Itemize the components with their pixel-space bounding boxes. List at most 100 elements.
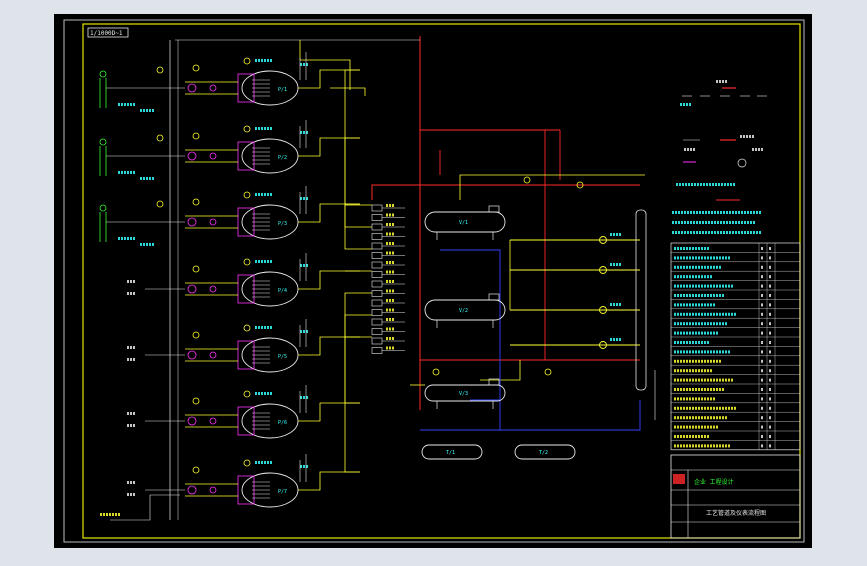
tag-glyph [704,350,706,354]
tag-glyph [719,359,721,363]
tag-glyph [701,284,703,288]
tag-glyph [693,231,695,234]
tag-glyph [756,211,758,214]
tag-glyph [678,231,680,234]
tag-glyph [683,369,685,373]
tag-glyph [698,341,700,344]
tag-glyph [613,303,615,306]
tag-glyph [710,350,712,354]
tag-glyph [692,303,694,307]
tag-glyph [674,425,676,429]
tag-glyph [389,232,391,236]
tag-glyph [690,221,692,224]
tag-glyph [738,211,740,214]
manifold-tag [386,318,394,321]
tag-glyph [270,260,272,263]
tag-glyph [267,326,269,329]
tag-glyph [704,284,706,288]
table-cell-text [761,369,763,373]
tag-glyph [722,294,724,297]
tag-glyph [761,312,763,316]
table-cell-text [769,369,771,373]
tag-glyph [722,444,724,448]
tag-glyph [750,231,752,234]
tag-glyph [752,135,754,138]
tag-glyph [674,388,676,391]
tag-glyph [270,392,272,395]
table-cell-text [761,331,763,335]
tag-glyph [769,265,771,269]
tag-glyph [710,378,712,382]
tag-glyph [695,341,697,344]
tag-glyph [731,378,733,382]
tag-glyph [680,341,682,344]
table-cell-text [761,312,763,316]
tag-glyph [686,444,688,448]
tag-glyph [692,284,694,288]
tag-glyph [705,221,707,224]
tag-glyph [704,406,706,410]
pump-label: P/5 [278,354,287,360]
tag-glyph [392,204,394,207]
tag-glyph [392,280,394,283]
drawing-window: 1/1000D~1 P/1 P/2 P/3 P/4 P/5 P/6 P/7 V/1 V/2 V/… [0,0,867,562]
tag-glyph [689,416,691,420]
tag-glyph [258,260,260,263]
tag-glyph [747,231,749,234]
tag-glyph [674,312,676,316]
tag-glyph [689,444,691,448]
tag-glyph [710,369,712,373]
tag-glyph [121,171,123,174]
tag-glyph [392,346,394,350]
table-cell-text [769,359,771,363]
tag-glyph [707,275,709,279]
tag-glyph [692,341,694,344]
tag-glyph [261,326,263,329]
tag-glyph [704,435,706,438]
tag-glyph [389,204,391,207]
tag-glyph [725,406,727,410]
tag-glyph [127,358,129,361]
tag-glyph [386,261,388,264]
tag-glyph [761,341,763,344]
tag-glyph [261,193,263,196]
tag-glyph [392,289,394,293]
tag-glyph [258,127,260,130]
tag-glyph [692,322,694,326]
tag-glyph [677,331,679,335]
tag-glyph [747,221,749,224]
tag-glyph [729,211,731,214]
tag-glyph [692,378,694,382]
table-cell-text [769,294,771,297]
tag-glyph [267,193,269,196]
tag-glyph [679,183,681,186]
tag-glyph [616,303,618,306]
tag-glyph [270,326,272,329]
tag-glyph [680,331,682,335]
tag-glyph [389,242,391,245]
tag-glyph [264,59,266,62]
tag-glyph [761,369,763,373]
tag-glyph [732,231,734,234]
tag-glyph [716,322,718,326]
tag-glyph [386,289,388,293]
tag-glyph [687,148,689,151]
tag-glyph [680,312,682,316]
tag-glyph [619,233,621,236]
tag-glyph [725,256,727,260]
tag-glyph [722,416,724,420]
tag-glyph [255,59,257,62]
tag-glyph [722,284,724,288]
tag-glyph [761,444,763,448]
tag-glyph [389,251,391,255]
tag-glyph [713,331,715,335]
tag-glyph [386,346,388,350]
tag-glyph [683,294,685,297]
tag-glyph [133,481,135,484]
tag-glyph [681,231,683,234]
tag-glyph [738,231,740,234]
tag-glyph [695,378,697,382]
tag-glyph [686,247,688,250]
tag-glyph [392,308,394,312]
tag-glyph [721,183,723,186]
